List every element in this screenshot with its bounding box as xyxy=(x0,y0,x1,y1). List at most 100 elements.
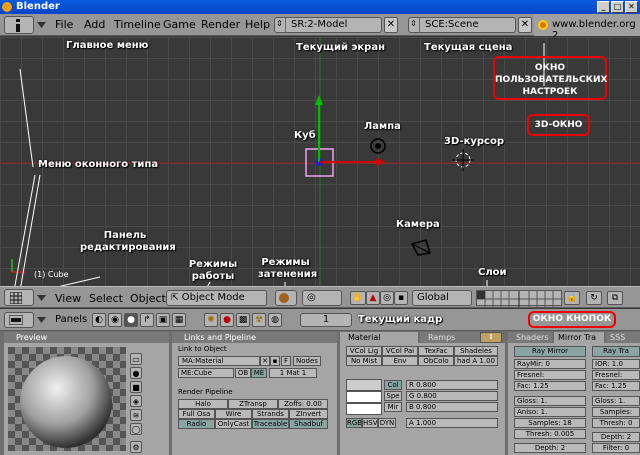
link-ob-button[interactable]: OB xyxy=(235,368,251,378)
alpha-slider[interactable]: A 1.000 xyxy=(406,418,498,428)
vcol-light-button[interactable]: VCol Lig xyxy=(346,346,382,356)
preview-options-button[interactable]: ⚙ xyxy=(130,441,142,453)
tab-sss[interactable]: SSS xyxy=(606,332,640,343)
thresh-field[interactable]: Thresh: 0.005 xyxy=(514,429,586,439)
viewport-3d[interactable]: Главное меню Текущий экран Текущая сцена… xyxy=(0,37,640,286)
samples-field[interactable]: Samples: 18 xyxy=(514,418,586,428)
preview-hair-button[interactable]: ≋ xyxy=(130,409,142,421)
lock-layers-button[interactable]: 🔒 xyxy=(564,291,580,305)
preview-cube-button[interactable]: ■ xyxy=(130,381,142,393)
buttons-collapse-icon[interactable] xyxy=(37,317,46,323)
texture-buttons-button[interactable]: ▩ xyxy=(236,313,250,327)
ogl-render-button[interactable]: ↻ xyxy=(586,291,602,305)
shadeless-button[interactable]: Shadeles xyxy=(454,346,498,356)
green-slider[interactable]: G 0.800 xyxy=(406,391,498,401)
samples-transp-field[interactable]: Samples: xyxy=(592,407,640,417)
pivot-selector[interactable]: ◎ xyxy=(302,290,342,306)
preview-panel-header[interactable]: Preview xyxy=(4,332,169,343)
depth-field[interactable]: Depth: 2 xyxy=(514,443,586,453)
buttons-window-type-button[interactable] xyxy=(4,312,34,328)
gloss-slider[interactable]: Gloss: 1. xyxy=(514,396,586,406)
manipulator-toggle-button[interactable]: ✋ xyxy=(350,291,366,305)
tab-material[interactable]: Material xyxy=(340,332,418,343)
gloss-transp-slider[interactable]: Gloss: 1. xyxy=(592,396,640,406)
close-window-button[interactable]: ✕ xyxy=(625,1,638,13)
scene-browse-icon[interactable]: ⇕ xyxy=(408,17,420,33)
radiosity-buttons-button[interactable]: ☢ xyxy=(252,313,266,327)
env-button[interactable]: Env xyxy=(382,356,418,366)
ior-slider[interactable]: IOR: 1.0 xyxy=(592,359,640,369)
depth-transp-field[interactable]: Depth: 2 xyxy=(592,432,640,442)
fake-user-button[interactable]: F xyxy=(281,356,291,366)
specular-color-swatch[interactable] xyxy=(346,391,382,403)
texface-button[interactable]: TexFac xyxy=(418,346,454,356)
menu-render[interactable]: Render xyxy=(201,18,240,31)
script-context-button[interactable]: ◉ xyxy=(108,313,122,327)
ztransp-button[interactable]: ZTransp xyxy=(228,399,278,409)
shadbuf-button[interactable]: Shadbuf xyxy=(289,419,328,429)
current-frame-field[interactable]: 1 xyxy=(300,313,352,327)
dyn-mode-button[interactable]: DYN xyxy=(378,418,396,428)
preview-flat-button[interactable]: ▭ xyxy=(130,353,142,365)
mode-selector[interactable]: ⇱ Object Mode xyxy=(166,290,267,306)
zinvert-button[interactable]: ZInvert xyxy=(289,409,328,419)
fake-user-icon[interactable]: ▪ xyxy=(270,356,280,366)
shading-context-button[interactable]: ● xyxy=(124,313,138,327)
fresnel-transp-slider[interactable]: Fresnel: xyxy=(592,370,640,380)
shad-alpha-field[interactable]: had A 1.00 xyxy=(454,356,498,366)
delete-screen-button[interactable]: ✕ xyxy=(384,17,398,33)
editing-context-button[interactable]: ▣ xyxy=(156,313,170,327)
aniso-slider[interactable]: Aniso: 1. xyxy=(514,407,586,417)
preview-monkey-button[interactable]: ◈ xyxy=(130,395,142,407)
preview-sphere-button[interactable]: ● xyxy=(130,367,142,379)
col-button[interactable]: Col xyxy=(384,380,402,390)
thresh-transp-field[interactable]: Thresh: 0 xyxy=(592,418,640,428)
collapse-menu-icon[interactable] xyxy=(37,22,46,28)
mirror-color-swatch[interactable] xyxy=(346,403,382,415)
view3d-collapse-icon[interactable] xyxy=(37,295,46,301)
screen-selector[interactable]: ⇕ SR:2-Model xyxy=(274,17,382,33)
delete-scene-button[interactable]: ✕ xyxy=(518,17,532,33)
lamp-buttons-button[interactable]: ✺ xyxy=(204,313,218,327)
scale-button[interactable]: ▪ xyxy=(394,291,408,305)
hsv-mode-button[interactable]: HSV xyxy=(362,418,378,428)
nodes-button[interactable]: Nodes xyxy=(293,356,321,366)
links-panel-header[interactable]: Links and Pipeline xyxy=(172,332,337,343)
fac-transp-slider[interactable]: Fac: 1.25 xyxy=(592,381,640,391)
no-mist-button[interactable]: No Mist xyxy=(346,356,382,366)
menu-object[interactable]: Object xyxy=(130,292,166,305)
menu-file[interactable]: File xyxy=(55,18,73,31)
menu-help[interactable]: Help xyxy=(245,18,270,31)
screen-browse-icon[interactable]: ⇕ xyxy=(274,17,286,33)
translate-button[interactable]: ▲ xyxy=(366,291,380,305)
fresnel-slider[interactable]: Fresnel: xyxy=(514,370,586,380)
link-me-button[interactable]: ME xyxy=(251,368,267,378)
fac-slider[interactable]: Fac: 1.25 xyxy=(514,381,586,391)
halo-button[interactable]: Halo xyxy=(178,399,228,409)
scene-selector[interactable]: ⇕ SCE:Scene xyxy=(408,17,516,33)
menu-game[interactable]: Game xyxy=(163,18,196,31)
wire-button[interactable]: Wire xyxy=(215,409,252,419)
mir-button[interactable]: Mir xyxy=(384,402,402,412)
vcol-paint-button[interactable]: VCol Pai xyxy=(382,346,418,356)
menu-select[interactable]: Select xyxy=(89,292,123,305)
tab-mirror-transp[interactable]: Mirror Tra xyxy=(554,332,604,343)
radio-button[interactable]: Radio xyxy=(178,419,215,429)
material-buttons-button[interactable]: ● xyxy=(220,313,234,327)
full-osa-button[interactable]: Full Osa xyxy=(178,409,215,419)
rgb-mode-button[interactable]: RGB xyxy=(346,418,362,428)
raymir-slider[interactable]: RayMir: 0 xyxy=(514,359,586,369)
transform-orientation-selector[interactable]: Global xyxy=(412,290,472,306)
material-index-field[interactable]: 1 Mat 1 xyxy=(269,368,317,378)
panel-arrows-icon[interactable]: ⇕ xyxy=(480,332,502,343)
scene-context-button[interactable]: ▦ xyxy=(172,313,186,327)
tab-shaders[interactable]: Shaders xyxy=(508,332,552,343)
maximize-button[interactable]: □ xyxy=(611,1,624,13)
filter-field[interactable]: Filter: 0 xyxy=(592,443,640,453)
menu-view[interactable]: View xyxy=(55,292,81,305)
menu-timeline[interactable]: Timeline xyxy=(114,18,161,31)
mesh-name-field[interactable]: ME:Cube xyxy=(178,368,234,378)
red-slider[interactable]: R 0.800 xyxy=(406,380,498,390)
tab-ramps[interactable]: Ramps xyxy=(420,332,482,343)
view3d-window-type-button[interactable] xyxy=(4,289,34,306)
